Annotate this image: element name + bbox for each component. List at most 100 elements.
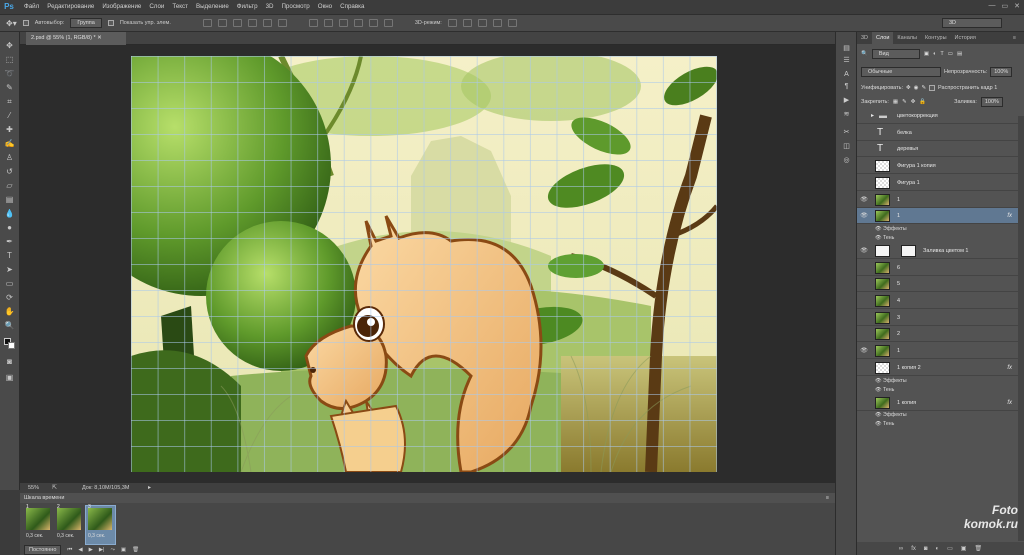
dodge-tool-icon[interactable]: ● (4, 222, 15, 233)
lock-pixels-icon[interactable]: ✎ (902, 99, 907, 105)
timeline-frame[interactable]: 1 0,3 сек. (24, 504, 53, 544)
layer-fx-icon[interactable]: fx (1007, 208, 1012, 224)
blur-tool-icon[interactable]: 💧 (4, 208, 15, 219)
layer-row[interactable]: 6 (857, 260, 1018, 276)
layer-fx-icon[interactable]: fx (1007, 360, 1012, 376)
fill-input[interactable]: 100% (980, 96, 1003, 107)
layer-row[interactable]: 👁 1 (857, 192, 1018, 208)
delete-frame-icon[interactable]: 🗑 (132, 547, 139, 553)
lock-transparency-icon[interactable]: ▦ (893, 99, 898, 105)
distribute-left-icon[interactable] (353, 19, 363, 27)
history-icon[interactable]: ▤ (841, 44, 852, 53)
align-bottom-icon[interactable] (232, 19, 242, 27)
first-frame-icon[interactable]: ⏮ (67, 547, 72, 554)
workspace-dropdown[interactable]: 3D (942, 18, 1002, 28)
layer-row[interactable]: Фигура 1 копия (857, 158, 1018, 175)
layer-row[interactable]: 👁 Заливка цветом 1 (857, 243, 1018, 259)
hand-tool-icon[interactable]: ✋ (4, 306, 15, 317)
align-left-icon[interactable] (247, 19, 257, 27)
visibility-toggle[interactable] (860, 112, 868, 120)
visibility-eye-icon[interactable]: 👁 (860, 247, 868, 255)
panel-tab[interactable]: История (951, 32, 980, 44)
panel-menu-icon[interactable]: ≡ (1009, 32, 1020, 44)
filter-type-icon[interactable]: T (940, 51, 943, 57)
effect-eye-icon[interactable]: 👁 (875, 235, 882, 241)
timeline-frame[interactable]: 3 0,3 сек. (85, 504, 116, 545)
crop-tool-icon[interactable]: ⌗ (4, 96, 15, 107)
move-tool-icon[interactable]: ✥▾ (6, 19, 17, 28)
filter-pixel-icon[interactable]: ▣ (924, 51, 929, 57)
visibility-eye-icon[interactable]: 👁 (860, 347, 868, 355)
align-middle-icon[interactable] (217, 19, 227, 27)
timeline-frame[interactable]: 2 0,3 сек. (55, 504, 84, 544)
visibility-toggle[interactable] (860, 314, 868, 322)
zoom-tool-icon[interactable]: 🔍 (4, 320, 15, 331)
unify-position-icon[interactable]: ✥ (906, 85, 911, 91)
layer-row[interactable]: 4 (857, 293, 1018, 309)
visibility-toggle[interactable] (860, 264, 868, 272)
lock-all-icon[interactable]: 🔒 (919, 99, 926, 105)
path-select-tool-icon[interactable]: ➤ (4, 264, 15, 275)
quick-mask-icon[interactable]: ◙ (4, 356, 15, 367)
effect-eye-icon[interactable]: 👁 (875, 226, 882, 232)
lock-position-icon[interactable]: ✥ (911, 99, 916, 105)
status-menu-arrow-icon[interactable]: ▸ (148, 484, 151, 491)
zoom-level[interactable]: 55% (28, 485, 39, 491)
layer-row[interactable]: Фигура 1 (857, 175, 1018, 191)
layer-row[interactable]: ▸ ▬ цветокоррекция (857, 108, 1018, 124)
visibility-toggle[interactable] (860, 330, 868, 338)
layer-row[interactable]: 2 (857, 326, 1018, 343)
minimize-icon[interactable]: — (989, 2, 996, 10)
3d-tool-icon[interactable]: ⟳ (4, 292, 15, 303)
gradient-tool-icon[interactable]: ▤ (4, 194, 15, 205)
tool-presets-icon[interactable]: ✂ (841, 128, 852, 137)
maximize-icon[interactable]: ▭ (1002, 2, 1009, 10)
align-center-icon[interactable] (262, 19, 272, 27)
distribute-top-icon[interactable] (308, 19, 318, 27)
visibility-eye-icon[interactable]: 👁 (860, 196, 868, 204)
layer-row[interactable]: 5 (857, 276, 1018, 293)
align-top-icon[interactable] (202, 19, 212, 27)
layer-fx-icon[interactable]: fx (1007, 395, 1012, 411)
frame-duration[interactable]: 0,3 сек. (88, 533, 105, 539)
menu-item[interactable]: Выделение (192, 0, 233, 14)
autoselect-checkbox[interactable] (22, 20, 29, 26)
document-tab[interactable]: 2.psd @ 55% (1, RGB/8) * ✕ (26, 32, 126, 45)
autoselect-dropdown[interactable]: Группа (70, 18, 102, 28)
loop-dropdown[interactable]: Постоянно (24, 545, 62, 555)
visibility-eye-icon[interactable]: 👁 (860, 212, 868, 220)
layer-comps-icon[interactable]: ◫ (841, 142, 852, 151)
layer-effect-item[interactable]: 👁 Тень (875, 234, 894, 243)
expand-arrow-icon[interactable]: ▸ (871, 108, 874, 124)
panel-tab[interactable]: Каналы (893, 32, 921, 44)
effect-eye-icon[interactable]: 👁 (875, 387, 882, 393)
filter-dropdown[interactable]: Вид (871, 48, 920, 59)
filter-smart-icon[interactable]: ▤ (957, 51, 962, 57)
distribute-center-icon[interactable] (368, 19, 378, 27)
unify-visibility-icon[interactable]: ◉ (914, 85, 919, 91)
history-brush-tool-icon[interactable]: ↺ (4, 166, 15, 177)
properties-icon[interactable]: ☰ (841, 56, 852, 65)
add-style-icon[interactable]: fx (911, 546, 916, 552)
export-icon[interactable]: ⇱ (52, 484, 57, 491)
eraser-tool-icon[interactable]: ▱ (4, 180, 15, 191)
lasso-tool-icon[interactable]: ➰ (4, 68, 15, 79)
drag-3d-icon[interactable] (477, 19, 487, 27)
screen-mode-icon[interactable]: ▣ (4, 372, 15, 383)
visibility-toggle[interactable] (860, 399, 868, 407)
effect-eye-icon[interactable]: 👁 (875, 412, 882, 418)
add-mask-icon[interactable]: ◙ (924, 546, 928, 552)
visibility-toggle[interactable] (860, 364, 868, 372)
layer-effect-item[interactable]: 👁 Тень (875, 386, 894, 395)
layer-row[interactable]: Tдеревья (857, 141, 1018, 158)
menu-item[interactable]: Справка (336, 0, 368, 14)
panel-tab[interactable]: Контуры (921, 32, 951, 44)
frame-duration[interactable]: 0,3 сек. (26, 533, 43, 539)
duplicate-frame-icon[interactable]: ▣ (121, 547, 126, 553)
layer-row[interactable]: 1 копия fx (857, 395, 1018, 411)
visibility-toggle[interactable] (860, 145, 868, 153)
paragraph-icon[interactable]: ¶ (841, 82, 852, 91)
filter-shape-icon[interactable]: ▭ (948, 51, 953, 57)
styles-icon[interactable]: ◎ (841, 156, 852, 165)
tween-icon[interactable]: ⤳ (110, 547, 114, 554)
